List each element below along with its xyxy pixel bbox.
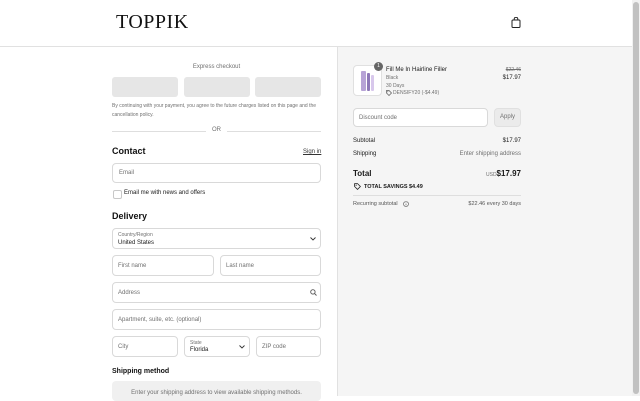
contact-heading: Contact (112, 146, 146, 156)
chevron-down-icon (239, 345, 245, 349)
address-placeholder: Address (118, 290, 141, 296)
shipping-label: Shipping (353, 151, 377, 157)
country-select[interactable]: Country/Region United States (112, 228, 321, 249)
divider-right (227, 131, 321, 132)
newsletter-label: Email me with news and offers (124, 190, 206, 196)
address-field[interactable]: Address (112, 282, 321, 303)
total-value: $17.97 (496, 169, 521, 178)
product-old-price: $22.46 (505, 67, 521, 73)
state-value: Florida (190, 347, 209, 353)
zip-placeholder: ZIP code (262, 344, 286, 350)
summary-divider (353, 195, 521, 196)
info-icon[interactable] (403, 201, 409, 207)
brand-logo[interactable]: TOPPIK (116, 11, 189, 34)
product-variant: Black (386, 75, 399, 81)
express-pay-button-1[interactable] (112, 77, 178, 97)
subtotal-label: Subtotal (353, 138, 376, 144)
discount-code-input[interactable]: Discount code (353, 108, 488, 127)
last-name-placeholder: Last name (226, 263, 255, 269)
email-field[interactable]: Email (112, 163, 321, 183)
divider-left (112, 131, 206, 132)
apartment-field[interactable]: Apartment, suite, etc. (optional) (112, 309, 321, 330)
savings-label: TOTAL SAVINGS (364, 184, 408, 190)
total-label: Total (353, 169, 372, 178)
scrollbar-thumb[interactable] (633, 2, 639, 394)
product-price: $17.97 (502, 75, 521, 81)
recurring-subtotal-label: Recurring subtotal (353, 201, 398, 207)
delivery-heading: Delivery (112, 211, 148, 221)
product-plan: 30 Days (386, 83, 405, 89)
apply-discount-button[interactable]: Apply (494, 108, 521, 127)
shopping-bag-icon[interactable] (511, 17, 521, 28)
header: TOPPIK (0, 0, 632, 47)
shipping-method-heading: Shipping method (112, 368, 170, 375)
first-name-field[interactable]: First name (112, 255, 214, 276)
state-select[interactable]: State Florida (184, 336, 250, 357)
state-label: State (190, 340, 202, 346)
discount-code-placeholder: Discount code (359, 115, 398, 121)
express-pay-button-2[interactable] (184, 77, 250, 97)
product-image-icon (361, 71, 374, 91)
city-field[interactable]: City (112, 336, 178, 357)
apartment-placeholder: Apartment, suite, etc. (optional) (118, 317, 202, 323)
first-name-placeholder: First name (118, 263, 147, 269)
order-summary-panel (337, 47, 633, 396)
recurring-subtotal-value: $22.46 every 30 days (468, 201, 521, 207)
or-divider-label: OR (212, 127, 221, 133)
search-icon (310, 289, 317, 296)
email-placeholder: Email (119, 170, 135, 176)
shipping-value: Enter shipping address (459, 151, 521, 157)
country-label: Country/Region (118, 232, 153, 238)
product-discount: DENSIFY20 (-$4.49) (393, 90, 440, 96)
sign-in-link[interactable]: Sign in (303, 149, 321, 155)
country-value: United States (118, 240, 155, 246)
subtotal-value: $17.97 (502, 138, 521, 144)
savings-value: $4.49 (409, 184, 423, 190)
express-pay-button-3[interactable] (255, 77, 321, 97)
shipping-method-box: Enter your shipping address to view avai… (112, 381, 321, 401)
quantity-badge: 1 (374, 62, 383, 71)
consent-text: By continuing with your payment, you agr… (112, 103, 317, 118)
shipping-method-message: Enter your shipping address to view avai… (131, 390, 302, 396)
zip-field[interactable]: ZIP code (256, 336, 321, 357)
city-placeholder: City (118, 344, 129, 350)
tag-icon (386, 90, 392, 96)
savings-tag-icon (354, 183, 361, 190)
product-name: Fill Me In Hairline Filler (386, 67, 448, 73)
last-name-field[interactable]: Last name (220, 255, 321, 276)
express-checkout-label: Express checkout (192, 64, 241, 70)
chevron-down-icon (310, 237, 316, 241)
newsletter-checkbox[interactable] (113, 190, 122, 199)
